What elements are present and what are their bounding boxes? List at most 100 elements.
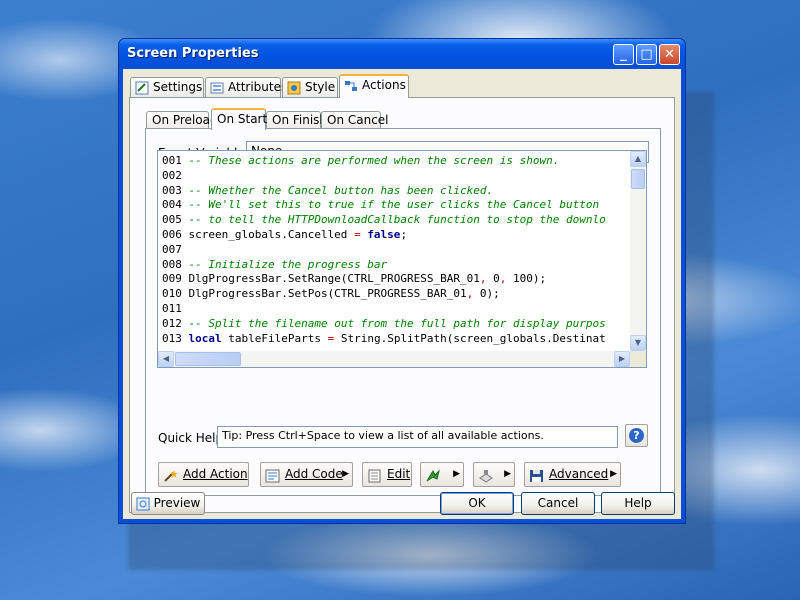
add-action-button[interactable]: Add Action: [158, 462, 249, 487]
code-text: 013: [162, 331, 189, 345]
quick-help-field: Tip: Press Ctrl+Space to view a list of …: [217, 426, 618, 448]
code-comment: -- We'll set this to true if the user cl…: [188, 198, 600, 212]
tab-settings[interactable]: Settings: [130, 77, 204, 97]
settings-icon: [135, 81, 149, 95]
preview-label: Preview: [153, 496, 201, 510]
code-text: 012: [162, 316, 189, 330]
code-text: 009 DlgProgressBar.SetRange(CTRL_PROGRES…: [162, 272, 480, 286]
code-line[interactable]: 012 -- Split the filename out from the f…: [162, 317, 628, 332]
code-line[interactable]: 013 local tableFileParts = String.SplitP…: [162, 332, 628, 347]
code-text: 0: [486, 272, 500, 286]
code-icon: [265, 468, 281, 482]
subtab-on-preload[interactable]: On Preload: [146, 111, 218, 129]
scroll-right-button[interactable]: ▶: [614, 351, 630, 367]
code-text: 002: [162, 168, 182, 182]
code-line[interactable]: 003 -- Whether the Cancel button has bee…: [162, 184, 628, 199]
move-dropdown-arrow[interactable]: ▶: [453, 463, 460, 486]
arrow-icon: [425, 468, 441, 482]
code-comment: -- These actions are performed when the …: [188, 154, 560, 167]
window-title: Screen Properties: [127, 46, 259, 61]
add-action-label: Add Action: [183, 467, 248, 481]
cancel-button[interactable]: Cancel: [521, 492, 595, 515]
maximize-button[interactable]: □: [636, 44, 657, 65]
code-line[interactable]: 010 DlgProgressBar.SetPos(CTRL_PROGRESS_…: [162, 287, 628, 302]
code-line[interactable]: 005 -- to tell the HTTPDownloadCallback …: [162, 213, 628, 228]
scroll-up-button[interactable]: ▲: [630, 151, 646, 167]
code-operator: =: [354, 227, 361, 241]
code-text: String.SplitPath(screen_globals.Destinat: [334, 331, 606, 345]
add-code-button[interactable]: Add Code ▶: [260, 462, 353, 487]
code-text: 011: [162, 301, 182, 315]
clipboard-dropdown-arrow[interactable]: ▶: [504, 463, 511, 486]
code-comment: -- Initialize the progress bar: [188, 257, 388, 271]
code-line[interactable]: 006 screen_globals.Cancelled = false;: [162, 228, 628, 243]
code-line[interactable]: 011: [162, 302, 628, 317]
move-button[interactable]: ▶: [420, 462, 464, 487]
add-code-label: Add Code: [285, 467, 343, 481]
help-button[interactable]: Help: [601, 492, 675, 515]
code-text: 008: [162, 257, 189, 271]
tab-attributes-label: Attributes: [228, 80, 288, 94]
code-line[interactable]: 001 -- These actions are performed when …: [162, 154, 628, 169]
horizontal-scrollbar[interactable]: ◀ ▶: [158, 351, 630, 367]
subtab-on-start-label: On Start: [217, 112, 268, 126]
tab-actions-label: Actions: [362, 78, 406, 92]
vertical-scrollbar[interactable]: ▲ ▼: [630, 151, 646, 351]
code-text: 010 DlgProgressBar.SetPos(CTRL_PROGRESS_…: [162, 287, 467, 301]
add-code-dropdown-arrow[interactable]: ▶: [342, 463, 349, 486]
disk-icon: [529, 468, 545, 482]
subtab-on-finish[interactable]: On Finish: [266, 111, 327, 129]
code-text: ;: [400, 227, 408, 241]
scroll-left-button[interactable]: ◀: [158, 351, 174, 367]
horizontal-scroll-thumb[interactable]: [175, 352, 241, 366]
quick-help-button[interactable]: ?: [625, 424, 648, 447]
code-lines[interactable]: 001 -- These actions are performed when …: [162, 154, 628, 348]
code-comment: -- Split the filename out from the full …: [188, 316, 606, 330]
code-line[interactable]: 008 -- Initialize the progress bar: [162, 258, 628, 273]
edit-button[interactable]: Edit: [362, 462, 412, 487]
code-text: 0);: [473, 287, 500, 301]
subtab-on-start[interactable]: On Start: [211, 108, 268, 130]
ok-button[interactable]: OK: [440, 492, 514, 515]
code-text: tableFileParts: [221, 331, 328, 345]
subtab-on-preload-label: On Preload: [152, 113, 218, 127]
preview-icon: [136, 497, 150, 510]
code-line[interactable]: 002: [162, 169, 628, 184]
clipboard-button[interactable]: ▶: [473, 462, 515, 487]
subtab-on-cancel-label: On Cancel: [327, 113, 389, 127]
code-text: 007: [162, 242, 182, 256]
code-keyword: false: [367, 227, 401, 241]
code-text: 001: [162, 154, 189, 167]
tab-style[interactable]: Style: [282, 77, 338, 97]
minimize-button[interactable]: _: [613, 44, 634, 65]
tab-attributes[interactable]: Attributes: [205, 77, 287, 97]
code-line[interactable]: 007: [162, 243, 628, 258]
advanced-button[interactable]: Advanced ▶: [524, 462, 621, 487]
close-button[interactable]: ✕: [659, 44, 680, 65]
actions-icon: [344, 79, 358, 93]
code-editor[interactable]: 001 -- These actions are performed when …: [157, 150, 647, 368]
edit-icon: [367, 468, 383, 482]
code-comment: -- to tell the HTTPDownloadCallback func…: [188, 213, 606, 227]
preview-button[interactable]: Preview: [131, 492, 205, 515]
code-text: 004: [162, 198, 189, 212]
dialog-client-area: Settings Attributes Style Actions On Pre…: [123, 69, 681, 519]
code-line[interactable]: 009 DlgProgressBar.SetRange(CTRL_PROGRES…: [162, 272, 628, 287]
attributes-icon: [210, 81, 224, 95]
screen-properties-dialog: Screen Properties _ □ ✕ Settings Attribu…: [118, 38, 686, 524]
tab-actions[interactable]: Actions: [339, 74, 409, 98]
tab-style-label: Style: [305, 80, 336, 94]
code-text: 100);: [506, 272, 547, 286]
stamp-icon: [478, 468, 494, 483]
code-line[interactable]: 004 -- We'll set this to true if the use…: [162, 198, 628, 213]
advanced-dropdown-arrow[interactable]: ▶: [610, 463, 617, 486]
code-keyword: local: [188, 331, 222, 345]
scrollbar-corner: [630, 351, 646, 367]
help-icon: ?: [629, 428, 644, 443]
title-bar[interactable]: Screen Properties _ □ ✕: [119, 39, 685, 69]
vertical-scroll-thumb[interactable]: [631, 169, 645, 189]
code-text: 006 screen_globals.Cancelled: [162, 227, 355, 241]
subtab-on-cancel[interactable]: On Cancel: [321, 111, 389, 129]
code-text: 005: [162, 213, 189, 227]
scroll-down-button[interactable]: ▼: [630, 335, 646, 351]
